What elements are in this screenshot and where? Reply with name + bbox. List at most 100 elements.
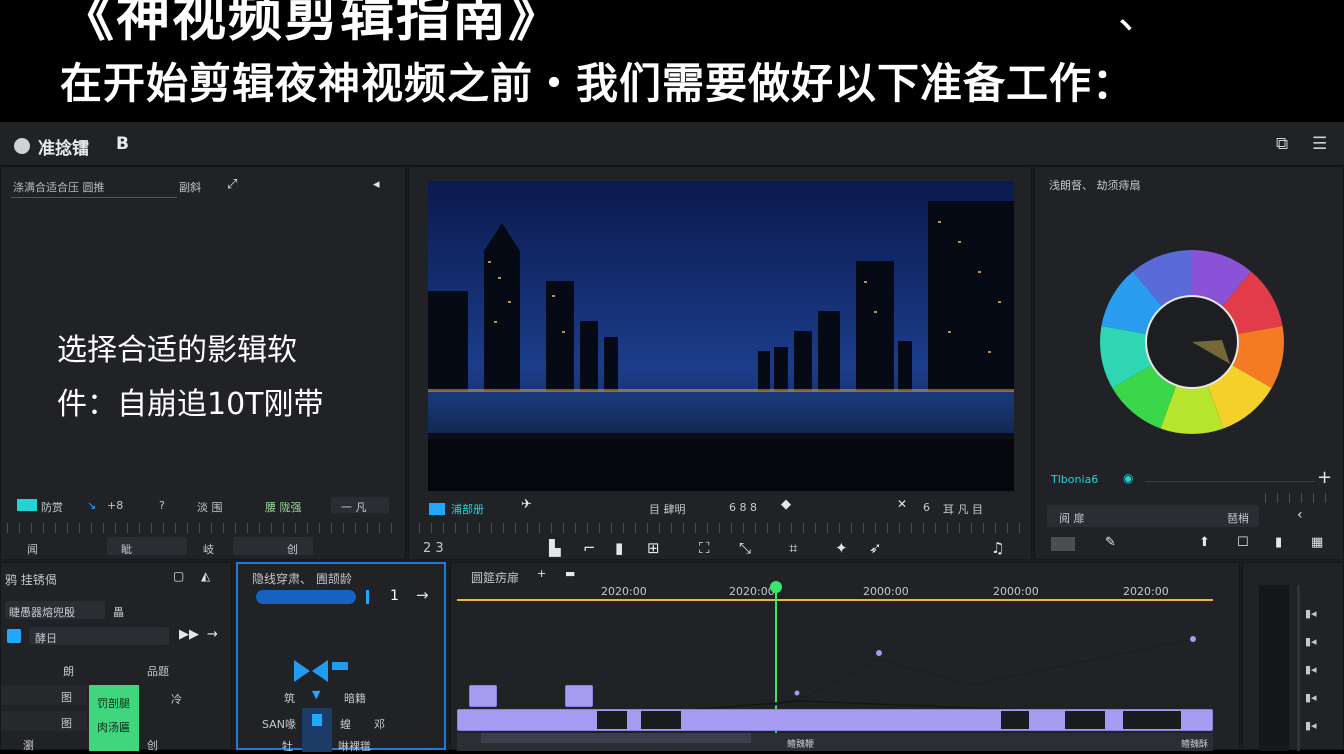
inspector-chip[interactable] — [312, 714, 322, 726]
tag-icon[interactable]: ◆ — [781, 497, 791, 512]
strip-label-2[interactable]: 眦 — [121, 541, 132, 557]
mute-icon[interactable]: ✕ — [897, 497, 907, 511]
inspector-value: 1 — [390, 588, 399, 604]
effects-label-1: 朗 — [63, 665, 74, 678]
timecode-3: 2000:00 — [863, 585, 909, 598]
fx-icon[interactable]: ✦ — [835, 539, 848, 557]
link-icon[interactable]: ↘ — [87, 499, 96, 512]
preview-color-chip[interactable] — [429, 503, 445, 515]
strip-label-3[interactable]: 岐 — [203, 541, 214, 557]
color-chip[interactable] — [17, 499, 37, 511]
strip-field[interactable] — [107, 537, 187, 555]
box-icon[interactable]: ☐ — [1237, 535, 1249, 550]
move-icon[interactable]: ⤡ — [739, 539, 751, 557]
square-icon[interactable]: ▢ — [173, 569, 184, 583]
overlay-line-1: 选择合适的影辑软 — [57, 333, 297, 368]
speed-icon[interactable]: ⌗ — [789, 539, 797, 557]
add-icon[interactable]: + — [1317, 467, 1332, 488]
audio-clip[interactable] — [481, 733, 751, 743]
cut-icon[interactable]: ⛶ — [699, 539, 710, 557]
preview-control-3[interactable]: 6 — [923, 501, 930, 514]
menu-icon[interactable]: ☰ — [1312, 134, 1327, 154]
effects-field-button[interactable]: 畾 — [113, 604, 124, 620]
preview-control-1[interactable]: 目 肆明 — [649, 501, 686, 517]
tutorial-banner: 《神视频剪辑指南》 、 在开始剪辑夜神视频之前・我们需要做好以下准备工作： — [0, 0, 1344, 122]
preview-ruler — [419, 523, 1025, 533]
mixer-tick-4: ▮◂ — [1305, 691, 1317, 704]
banner-title-tail: 、 — [1118, 0, 1158, 38]
effects-row-2-label: 图 — [61, 717, 72, 730]
eyedropper-icon[interactable]: ◉ — [1123, 471, 1133, 485]
up-icon[interactable]: ⬆ — [1199, 535, 1210, 550]
title-bar: 准捻镭 B ⧉ ☰ — [0, 122, 1344, 166]
plus-icon[interactable]: + — [537, 567, 546, 580]
window-icon[interactable]: ⧉ — [1276, 134, 1288, 154]
inspector-label-2: 暗籍 — [344, 692, 366, 705]
preview-control-4[interactable]: 耳 凡 目 — [943, 501, 983, 517]
timeline-ruler — [457, 599, 1213, 601]
banner-subtitle: 在开始剪辑夜神视频之前・我们需要做好以下准备工作： — [60, 59, 1136, 108]
inspector-label-1: 筑 — [284, 692, 295, 705]
audio-label-1: 鳢魏鞭 — [787, 740, 815, 750]
effects-row-2[interactable] — [1, 711, 87, 731]
color-row-left: 阅 扉 — [1059, 512, 1085, 525]
minus-icon[interactable]: ▬ — [565, 567, 575, 580]
timecode-4: 2000:00 — [993, 585, 1039, 598]
clip-upper-2[interactable] — [565, 685, 593, 707]
clip-upper-1[interactable] — [469, 685, 497, 707]
trim-icon[interactable]: ⌐ — [583, 539, 596, 557]
strip-label-1[interactable]: 闻 — [27, 541, 38, 557]
effects-row-1[interactable] — [1, 685, 87, 705]
timeline-header: 圆筵疠扉 — [471, 571, 520, 585]
preview-control-2[interactable]: 6 8 8 — [729, 501, 757, 514]
inspector-marker — [366, 590, 369, 604]
mixer-meter — [1259, 585, 1289, 751]
next-icon[interactable]: → — [207, 627, 218, 642]
track-gap-4 — [1065, 711, 1105, 729]
media-panel: 涤满合适合压 圆推 副斜 ⤢ ◂ 选择合适的影辑软 件：自崩追10T刚带 防赏 … — [0, 166, 406, 560]
color-ruler — [1265, 493, 1335, 503]
audio-icon[interactable]: ♫ — [991, 539, 1004, 557]
media-label-4: 淡 围 — [197, 501, 223, 514]
inspector-progress[interactable] — [256, 590, 356, 604]
media-label-3: ? — [159, 499, 165, 512]
down-icon[interactable]: ▼ — [312, 688, 320, 701]
bar-icon[interactable]: ▮ — [1275, 535, 1282, 550]
arrow-icon[interactable]: ➶ — [869, 539, 882, 557]
effects-chip[interactable] — [7, 629, 21, 643]
color-label: Tlbonia6 — [1051, 473, 1099, 486]
crop-icon[interactable]: ▙ — [549, 539, 561, 557]
app-name: 准捻镭 — [38, 139, 89, 159]
preview-toolbar-left: 2 3 — [423, 541, 444, 556]
arrow-right-icon[interactable]: → — [416, 586, 429, 604]
strip-field-2[interactable] — [233, 537, 313, 555]
track-gap-5 — [1123, 711, 1181, 729]
app-logo-icon — [14, 138, 30, 154]
share-icon[interactable]: ✈ — [521, 497, 532, 512]
grid-icon[interactable]: ▦ — [1311, 535, 1323, 550]
bowtie-icon[interactable] — [292, 660, 352, 682]
picker-icon[interactable]: ✎ — [1105, 535, 1116, 550]
mixer-tick-3: ▮◂ — [1305, 663, 1317, 676]
color-panel-header: 浅朗督、 劫须痔扇 — [1049, 179, 1141, 192]
divider — [11, 197, 177, 198]
color-slider[interactable] — [1145, 481, 1315, 482]
green-caption: 肉汤匾 — [97, 721, 130, 734]
mixer-tick-1: ▮◂ — [1305, 607, 1317, 620]
pin-icon[interactable]: ◂ — [373, 177, 380, 192]
track-gap-2 — [641, 711, 681, 729]
strip-label-4[interactable]: 创 — [287, 541, 298, 557]
color-wheel[interactable] — [1099, 249, 1285, 435]
swatch[interactable] — [1051, 537, 1075, 551]
merge-icon[interactable]: ⊞ — [647, 539, 660, 557]
forward-icon[interactable]: ▶▶ — [179, 627, 199, 642]
inspector-label-5: 邓 — [374, 718, 385, 731]
playhead-handle[interactable] — [770, 581, 782, 593]
bell-icon[interactable]: ◭ — [201, 569, 210, 583]
mixer-slider[interactable] — [1297, 585, 1300, 751]
fit-icon[interactable]: ⤢ — [227, 177, 237, 192]
inspector-header: 隐线穿肃、 圊颉龄 — [252, 572, 352, 586]
effects-panel: 鸦 挂锈偈 ▢ ◭ 睫愚器熔兜殷 畾 酵日 ▶▶ → 朗 品题 罚剖腿 图 图 … — [0, 562, 232, 752]
chevron-left-icon[interactable]: ‹ — [1297, 507, 1303, 523]
split-icon[interactable]: ▮ — [615, 539, 623, 557]
